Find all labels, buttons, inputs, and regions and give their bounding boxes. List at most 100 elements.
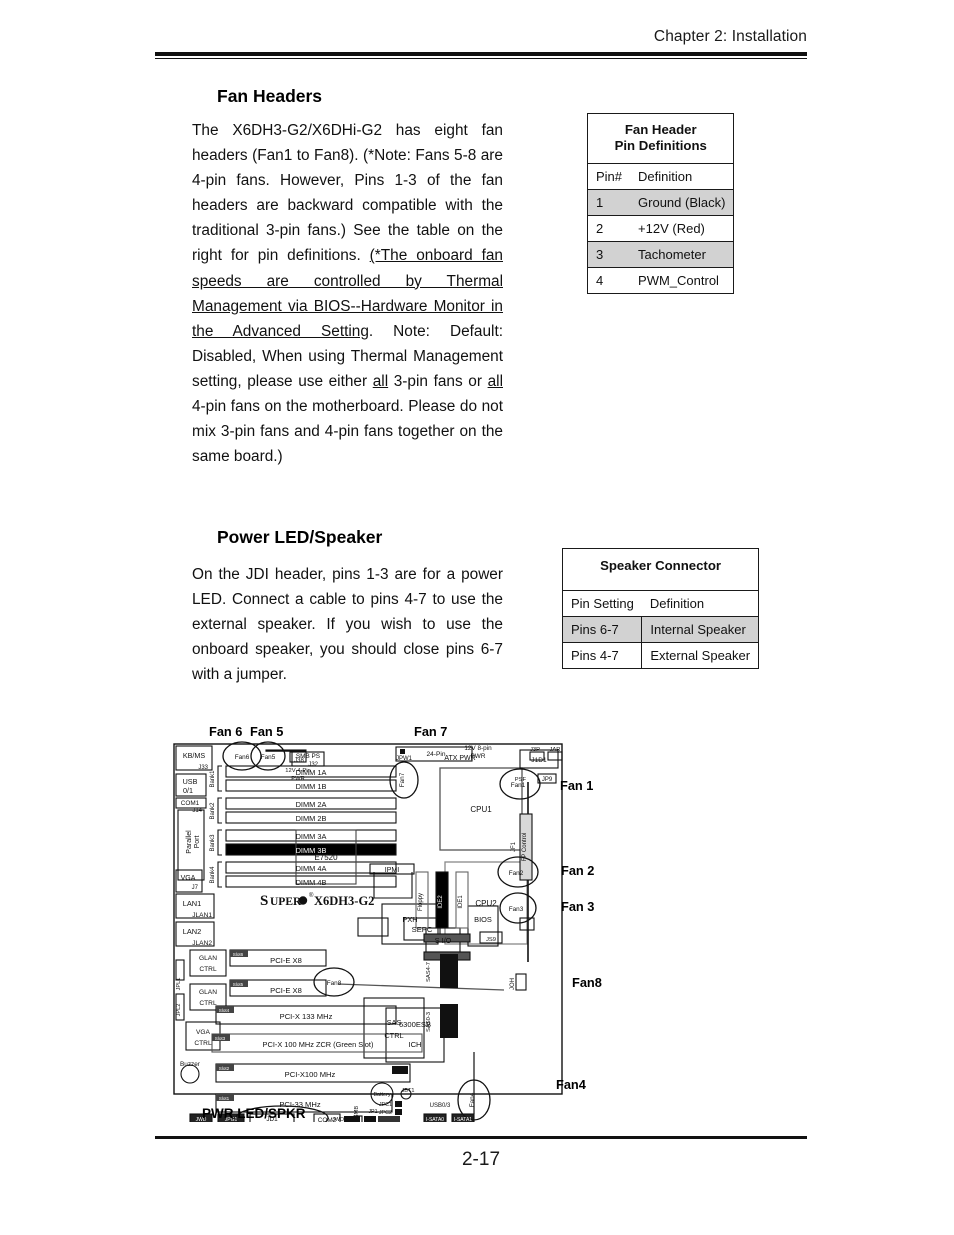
svg-text:JLAN1: JLAN1: [192, 912, 212, 919]
table-row: Pins 4-7 External Speaker: [561, 642, 760, 669]
svg-text:Fan2: Fan2: [509, 870, 524, 877]
callout-fan2: Fan 2: [561, 863, 595, 878]
table-title-row: Fan Header Pin Definitions: [586, 113, 735, 164]
fan-headers-para-4: 4-pin fans on the motherboard. Please do…: [192, 398, 503, 466]
svg-text:Fan3: Fan3: [509, 906, 524, 913]
fan-header-table-title-line1: Fan Header: [624, 122, 697, 137]
svg-text:Fan6: Fan6: [235, 754, 250, 761]
pin-definition: Ground (Black): [630, 189, 735, 216]
table-header-row: Pin# Definition: [587, 163, 735, 190]
callout-fan7: Fan 7: [414, 724, 448, 739]
column-header-pin-setting: Pin Setting: [561, 590, 642, 617]
fan-header-table-title-line2: Pin Definitions: [614, 138, 707, 153]
footer-rule: [155, 1136, 807, 1139]
fan-headers-heading: Fan Headers: [217, 86, 323, 106]
motherboard-layout-diagram: KB/MS J33 USB 0/1 COM1 J14 Parallel Port…: [168, 722, 568, 1122]
svg-text:PCI-E X8: PCI-E X8: [270, 986, 302, 995]
svg-text:J14: J14: [192, 808, 202, 814]
header-rule: [155, 52, 807, 59]
svg-text:Slot6: Slot6: [233, 952, 244, 957]
svg-text:0/1: 0/1: [183, 786, 193, 795]
power-led-para-1: On the JDI header, pins 1-3 are for a po…: [192, 566, 503, 684]
table-title-row: Speaker Connector: [561, 548, 760, 591]
svg-text:I-SATA0: I-SATA0: [426, 1117, 444, 1122]
svg-text:IPMI: IPMI: [385, 867, 399, 874]
svg-text:Fan8: Fan8: [327, 980, 342, 987]
svg-text:J1D1: J1D1: [531, 757, 547, 764]
svg-text:Parallel: Parallel: [186, 830, 193, 854]
callout-fan1: Fan 1: [560, 778, 594, 793]
svg-text:Bank3: Bank3: [210, 834, 216, 852]
svg-text:PWR: PWR: [471, 753, 486, 760]
svg-text:FP Control: FP Control: [522, 833, 528, 862]
svg-text:GLAN: GLAN: [199, 955, 217, 962]
svg-text:J33: J33: [198, 765, 208, 771]
svg-text:PCI-X100 MHz: PCI-X100 MHz: [285, 1070, 336, 1079]
speaker-connector-table: Speaker Connector Pin Setting Definition…: [561, 548, 760, 669]
svg-text:Fan5: Fan5: [261, 754, 276, 761]
svg-text:Slot3: Slot3: [215, 1036, 226, 1041]
svg-text:UPER: UPER: [270, 896, 302, 908]
table-row: 3 Tachometer: [587, 241, 735, 268]
svg-text:JS9: JS9: [486, 937, 496, 943]
fan-headers-emphasis-all-1: all: [372, 372, 389, 390]
svg-text:LAN2: LAN2: [183, 927, 202, 936]
svg-text:BIOS: BIOS: [474, 915, 492, 924]
svg-text:DIMM 2B: DIMM 2B: [296, 814, 327, 823]
chapter-title: Chapter 2: Installation: [653, 28, 807, 45]
svg-text:DIMM 3A: DIMM 3A: [296, 832, 327, 841]
svg-text:JPW1: JPW1: [396, 756, 413, 762]
svg-text:12V 8-pin: 12V 8-pin: [464, 745, 492, 752]
callout-fan6: Fan 6: [209, 724, 243, 739]
svg-text:JLAN2: JLAN2: [192, 940, 212, 947]
svg-text:CPU2: CPU2: [475, 899, 497, 908]
svg-text:Fan4: Fan4: [469, 1092, 476, 1107]
svg-text:CTRL: CTRL: [199, 966, 217, 973]
svg-text:VGA: VGA: [196, 1029, 211, 1036]
svg-text:Bank2: Bank2: [210, 802, 216, 820]
svg-text:Slot5: Slot5: [233, 982, 244, 987]
svg-text:LAN1: LAN1: [183, 899, 202, 908]
svg-text:SAS0-3: SAS0-3: [426, 1012, 432, 1032]
table-header-row: Pin Setting Definition: [561, 590, 760, 617]
pin-definition: +12V (Red): [630, 215, 735, 242]
svg-text:Bank1: Bank1: [210, 770, 216, 788]
svg-text:Slot2: Slot2: [219, 1066, 230, 1071]
fan-headers-emphasis-all-2: all: [487, 372, 503, 390]
column-header-definition: Definition: [641, 590, 760, 617]
pin-definition: Tachometer: [630, 241, 735, 268]
svg-text:JPL1: JPL1: [176, 978, 182, 991]
svg-text:JPC2: JPC2: [379, 1110, 392, 1116]
svg-text:JP1: JP1: [368, 1109, 377, 1115]
pin-number: 2: [587, 215, 631, 242]
svg-text:PCI-X 100 MHz ZCR (Green Slot): PCI-X 100 MHz ZCR (Green Slot): [263, 1040, 374, 1049]
svg-text:Floppy: Floppy: [418, 893, 424, 911]
svg-text:PWR: PWR: [291, 776, 305, 782]
svg-text:Buzzer: Buzzer: [180, 1061, 201, 1068]
svg-text:DIMM 4A: DIMM 4A: [296, 864, 327, 873]
svg-text:SAS4-7: SAS4-7: [426, 962, 432, 982]
svg-text:Fan7: Fan7: [399, 772, 406, 787]
svg-text:JBT1: JBT1: [401, 1088, 414, 1094]
svg-text:CTRL: CTRL: [194, 1040, 212, 1047]
page-header: Chapter 2: Installation: [155, 28, 807, 59]
svg-text:GLAN: GLAN: [199, 989, 217, 996]
svg-text:24-Pin: 24-Pin: [426, 751, 445, 758]
svg-text:ICH: ICH: [408, 1040, 421, 1049]
svg-text:Port: Port: [194, 836, 201, 849]
svg-text:VGA: VGA: [181, 875, 196, 882]
svg-text:JAR: JAR: [550, 747, 561, 753]
svg-text:E7520: E7520: [314, 853, 338, 862]
callout-fan3: Fan 3: [561, 899, 595, 914]
svg-text:J3P: J3P: [530, 747, 540, 753]
power-led-speaker-heading: Power LED/Speaker: [217, 527, 383, 547]
svg-text:JF1: JF1: [511, 841, 517, 852]
fan-headers-para-1: The X6DH3-G2/X6DHi-G2 has eight fan head…: [192, 122, 503, 265]
pin-definition: Internal Speaker: [641, 616, 760, 643]
svg-text:Slot1: Slot1: [219, 1096, 230, 1101]
svg-text:Slot4: Slot4: [219, 1008, 230, 1013]
motherboard-svg: KB/MS J33 USB 0/1 COM1 J14 Parallel Port…: [173, 741, 563, 1122]
page-number: 2-17: [461, 1149, 501, 1170]
power-led-speaker-body: On the JDI header, pins 1-3 are for a po…: [192, 562, 503, 687]
pin-number: 3: [587, 241, 631, 268]
